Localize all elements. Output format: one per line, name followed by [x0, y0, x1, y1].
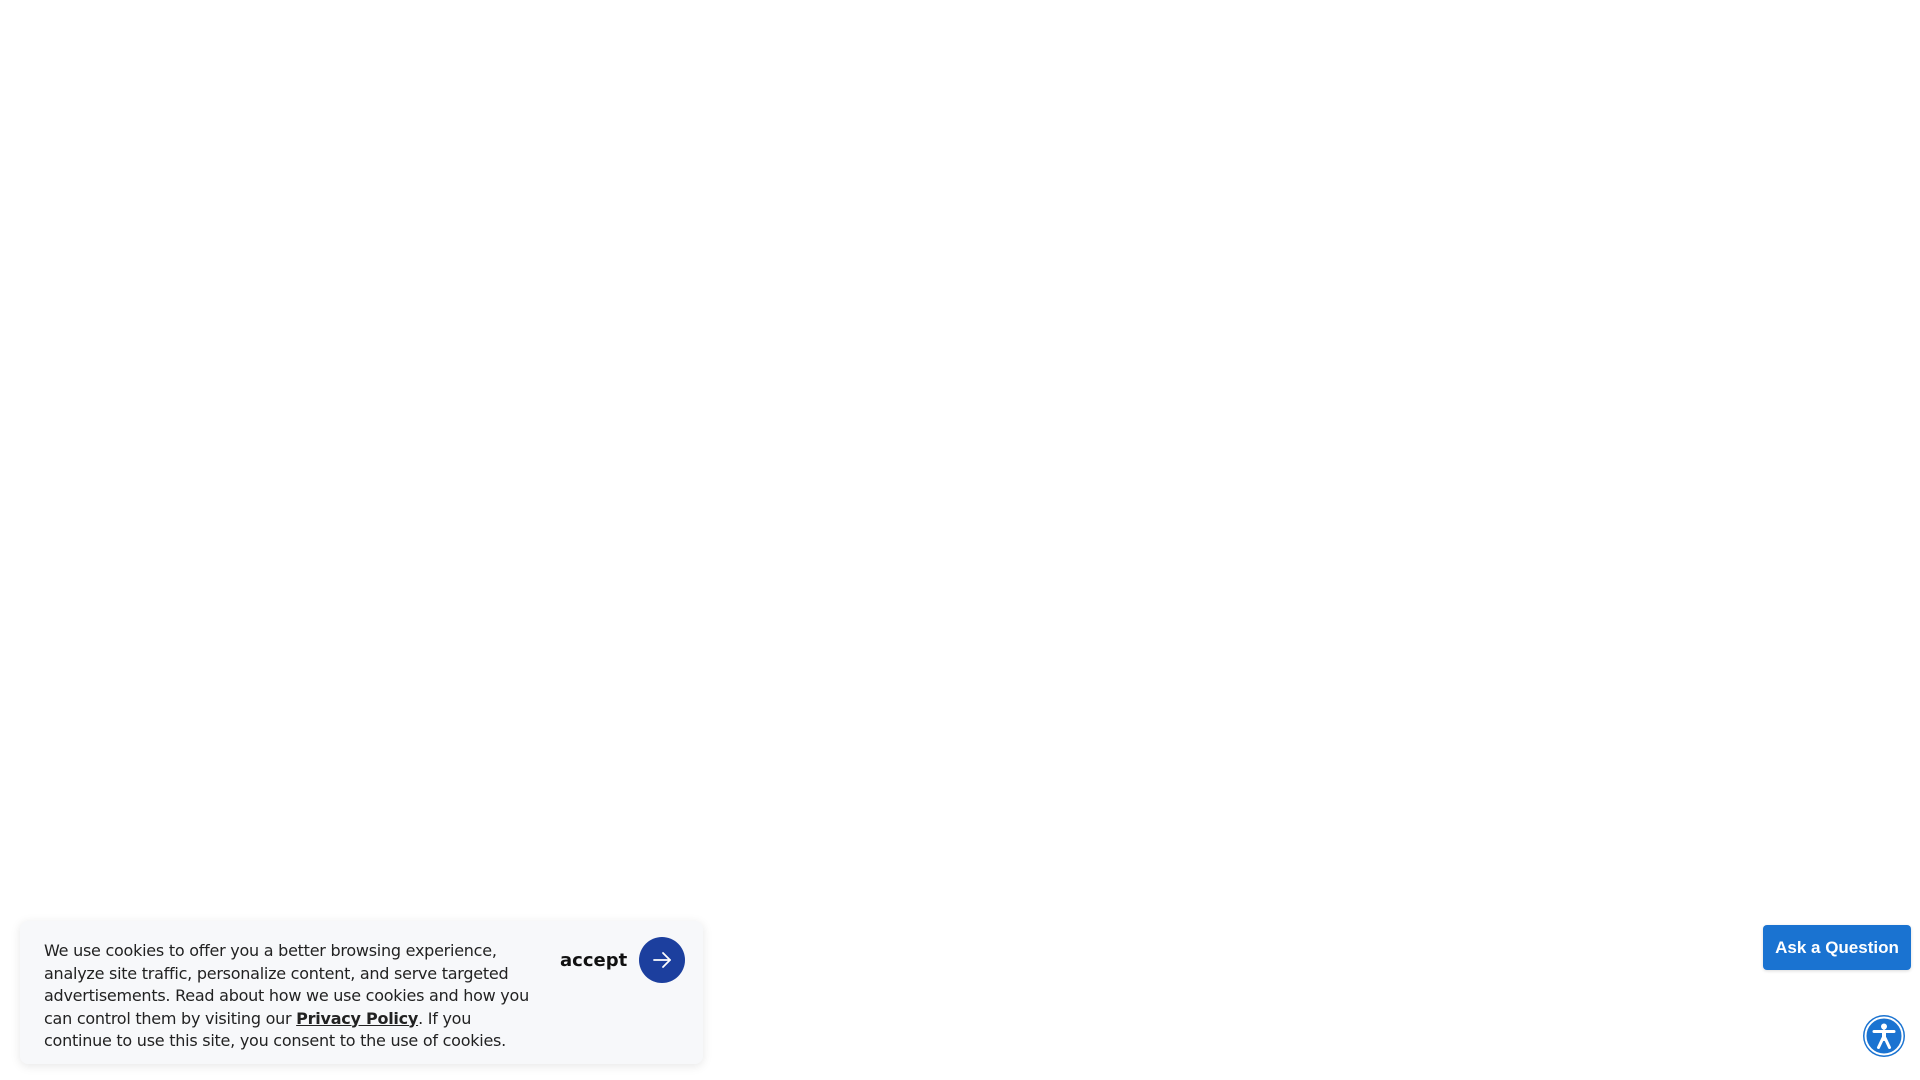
cookie-message: We use cookies to offer you a better bro…: [44, 940, 542, 1053]
accept-label: accept: [560, 949, 628, 971]
accessibility-button[interactable]: [1863, 1015, 1905, 1057]
ask-a-question-button[interactable]: Ask a Question: [1763, 925, 1911, 970]
accessibility-icon: [1864, 1016, 1904, 1056]
accept-arrow-circle[interactable]: [639, 937, 686, 983]
cookie-consent-banner: We use cookies to offer you a better bro…: [20, 921, 703, 1064]
arrow-right-icon: [653, 952, 672, 968]
accept-cookies-button[interactable]: accept: [560, 937, 686, 983]
privacy-policy-link[interactable]: Privacy Policy: [296, 1009, 418, 1028]
page: We use cookies to offer you a better bro…: [0, 0, 1920, 1080]
